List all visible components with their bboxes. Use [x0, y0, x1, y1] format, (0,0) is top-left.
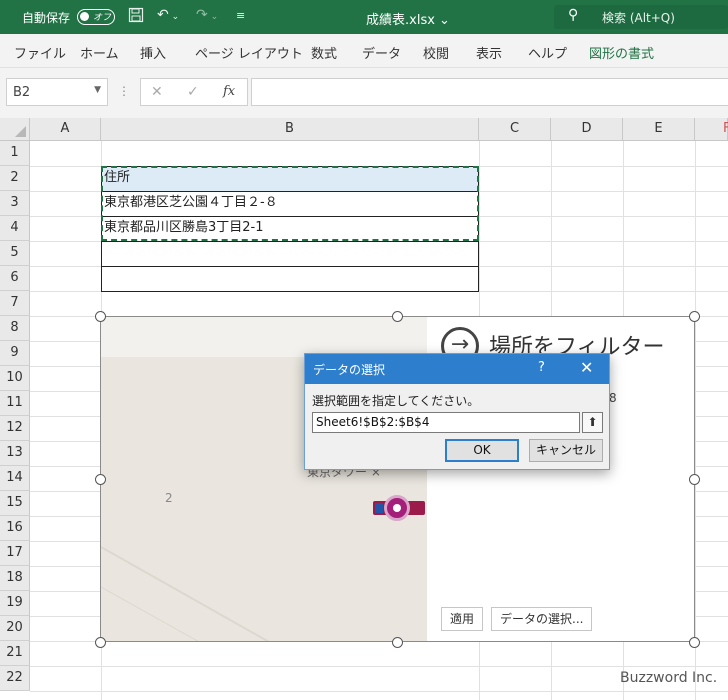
more-icon: ⋮: [118, 84, 130, 98]
tab-shape-format[interactable]: 図形の書式: [589, 43, 654, 62]
row-header-14[interactable]: 14: [0, 466, 30, 491]
row-header-9[interactable]: 9: [0, 341, 30, 366]
resize-handle[interactable]: [95, 311, 106, 322]
autosave-toggle[interactable]: オフ: [77, 9, 115, 25]
column-header-b[interactable]: B: [101, 118, 479, 141]
toggle-knob: [80, 12, 89, 21]
row-header-12[interactable]: 12: [0, 416, 30, 441]
row-header-16[interactable]: 16: [0, 516, 30, 541]
name-box[interactable]: B2 ▼: [6, 78, 108, 106]
tab-data[interactable]: データ: [362, 43, 401, 62]
select-data-dialog: データの選択 ? ✕ 選択範囲を指定してください。 Sheet6!$B$2:$B…: [304, 353, 610, 470]
resize-handle[interactable]: [689, 311, 700, 322]
row-header-3[interactable]: 3: [0, 191, 30, 216]
resize-handle[interactable]: [95, 637, 106, 648]
ok-button[interactable]: OK: [445, 439, 519, 462]
help-icon[interactable]: ?: [538, 360, 545, 375]
formula-buttons: ✕ ✓ fx: [140, 78, 248, 106]
table-border: [101, 266, 479, 267]
tab-insert[interactable]: 挿入: [140, 43, 166, 62]
row-header-1[interactable]: 1: [0, 141, 30, 166]
resize-handle[interactable]: [689, 637, 700, 648]
resize-handle[interactable]: [95, 474, 106, 485]
tab-home[interactable]: ホーム: [80, 43, 119, 62]
row-header-20[interactable]: 20: [0, 616, 30, 641]
enter-icon[interactable]: ✓: [187, 84, 199, 100]
legend-fragment: 8: [609, 391, 617, 405]
row-header-4[interactable]: 4: [0, 216, 30, 241]
search-icon: ⚲: [568, 7, 579, 23]
redo-icon[interactable]: ↷ ⌄: [196, 7, 218, 23]
dialog-title: データの選択: [313, 363, 386, 377]
range-prompt: 選択範囲を指定してください。: [312, 394, 480, 408]
selection-marquee: [101, 166, 479, 241]
apply-button[interactable]: 適用: [441, 607, 484, 631]
row-header-10[interactable]: 10: [0, 366, 30, 391]
select-all-icon: [15, 126, 26, 137]
title-bar: 自動保存 オフ ↶ ⌄ ↷ ⌄ ≡ 成績表.xlsx ⌄ ⚲ 検索 (Alt+Q…: [0, 0, 728, 34]
formula-input[interactable]: [251, 78, 728, 106]
chevron-down-icon: ▼: [94, 85, 101, 95]
row-header-17[interactable]: 17: [0, 541, 30, 566]
watermark: Buzzword Inc.: [620, 670, 718, 686]
autosave-label: 自動保存: [22, 11, 71, 25]
tab-page-layout[interactable]: ページ レイアウト: [195, 43, 303, 62]
gridline: [30, 666, 728, 667]
row-header-6[interactable]: 6: [0, 266, 30, 291]
row-header-13[interactable]: 13: [0, 441, 30, 466]
resize-handle[interactable]: [689, 474, 700, 485]
column-header-e[interactable]: E: [623, 118, 695, 141]
range-input[interactable]: Sheet6!$B$2:$B$4: [312, 412, 580, 433]
tab-review[interactable]: 校閲: [423, 43, 449, 62]
customize-toolbar-icon[interactable]: ≡: [236, 9, 245, 22]
marker-segment: [375, 503, 383, 513]
tab-file[interactable]: ファイル: [14, 43, 66, 62]
map-pin-icon[interactable]: [384, 495, 410, 521]
tab-help[interactable]: ヘルプ: [528, 43, 567, 62]
row-header-21[interactable]: 21: [0, 641, 30, 666]
collapse-dialog-icon[interactable]: ⬆: [582, 412, 603, 433]
save-icon[interactable]: [128, 7, 144, 27]
row-header-18[interactable]: 18: [0, 566, 30, 591]
table-border: [101, 241, 479, 242]
cancel-icon[interactable]: ✕: [151, 84, 163, 100]
gridline: [30, 691, 728, 692]
file-name[interactable]: 成績表.xlsx ⌄: [366, 9, 450, 28]
cancel-button[interactable]: キャンセル: [529, 439, 603, 462]
row-header-15[interactable]: 15: [0, 491, 30, 516]
close-icon[interactable]: ✕: [580, 358, 593, 377]
row-header-11[interactable]: 11: [0, 391, 30, 416]
dialog-title-bar[interactable]: データの選択 ? ✕: [305, 354, 609, 384]
tab-formulas[interactable]: 数式: [311, 43, 337, 62]
tab-view[interactable]: 表示: [476, 43, 502, 62]
search-box[interactable]: ⚲ 検索 (Alt+Q): [554, 5, 728, 29]
autosave-state: オフ: [93, 13, 112, 23]
row-header-8[interactable]: 8: [0, 316, 30, 341]
column-header-c[interactable]: C: [479, 118, 551, 141]
select-data-button[interactable]: データの選択...: [491, 607, 593, 631]
undo-icon[interactable]: ↶ ⌄: [157, 7, 179, 23]
column-header-a[interactable]: A: [30, 118, 101, 141]
row-header-7[interactable]: 7: [0, 291, 30, 316]
resize-handle[interactable]: [392, 637, 403, 648]
row-header-5[interactable]: 5: [0, 241, 30, 266]
row-header-2[interactable]: 2: [0, 166, 30, 191]
column-header-f[interactable]: F: [695, 118, 728, 141]
resize-handle[interactable]: [392, 311, 403, 322]
formula-bar-area: B2 ▼ ⋮ ✕ ✓ fx: [0, 68, 728, 118]
column-header-d[interactable]: D: [551, 118, 623, 141]
insert-function-icon[interactable]: fx: [223, 84, 235, 99]
ribbon-tabs: ファイル ホーム 挿入 ページ レイアウト 数式 データ 校閲 表示 ヘルプ 図…: [0, 34, 728, 68]
map-pin-dot: [393, 504, 401, 512]
row-header-19[interactable]: 19: [0, 591, 30, 616]
map-label-number: 2: [165, 491, 173, 505]
row-header-22[interactable]: 22: [0, 666, 30, 691]
name-box-value: B2: [13, 85, 31, 100]
search-placeholder: 検索 (Alt+Q): [602, 11, 675, 25]
select-all-corner[interactable]: [0, 118, 30, 141]
